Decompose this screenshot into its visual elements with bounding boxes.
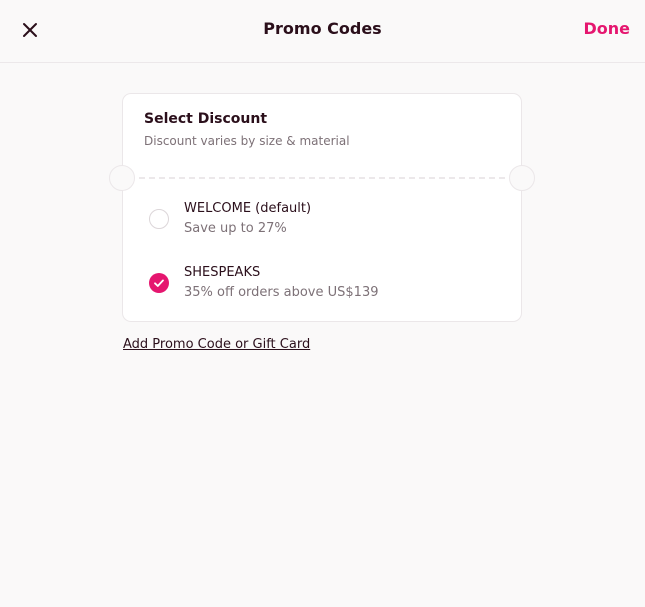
radio-unchecked-icon[interactable] (149, 209, 169, 229)
page-title: Promo Codes (263, 19, 382, 38)
option-description: Save up to 27% (184, 221, 287, 236)
card-title: Select Discount (144, 111, 268, 127)
option-name: SHESPEAKS (184, 265, 261, 280)
radio-checked-icon[interactable] (149, 273, 169, 293)
header-bar: Promo Codes Done (0, 0, 645, 63)
discount-card: Select Discount Discount varies by size … (107, 93, 537, 322)
card-subtitle: Discount varies by size & material (144, 134, 350, 148)
checkmark-icon (149, 273, 169, 293)
ticket-notch-right (509, 165, 535, 191)
ticket-notch-left (109, 165, 135, 191)
promo-codes-page: Promo Codes Done Select Discount Discoun… (0, 0, 645, 607)
done-button[interactable]: Done (583, 19, 630, 38)
discount-option-shespeaks[interactable]: SHESPEAKS 35% off orders above US$139 (123, 258, 521, 314)
discount-option-welcome[interactable]: WELCOME (default) Save up to 27% (123, 194, 521, 250)
close-button[interactable] (19, 19, 41, 41)
add-promo-code-link[interactable]: Add Promo Code or Gift Card (123, 337, 310, 352)
option-name: WELCOME (default) (184, 201, 312, 216)
dashed-divider (139, 177, 505, 179)
option-description: 35% off orders above US$139 (184, 285, 379, 300)
close-icon (23, 23, 37, 37)
